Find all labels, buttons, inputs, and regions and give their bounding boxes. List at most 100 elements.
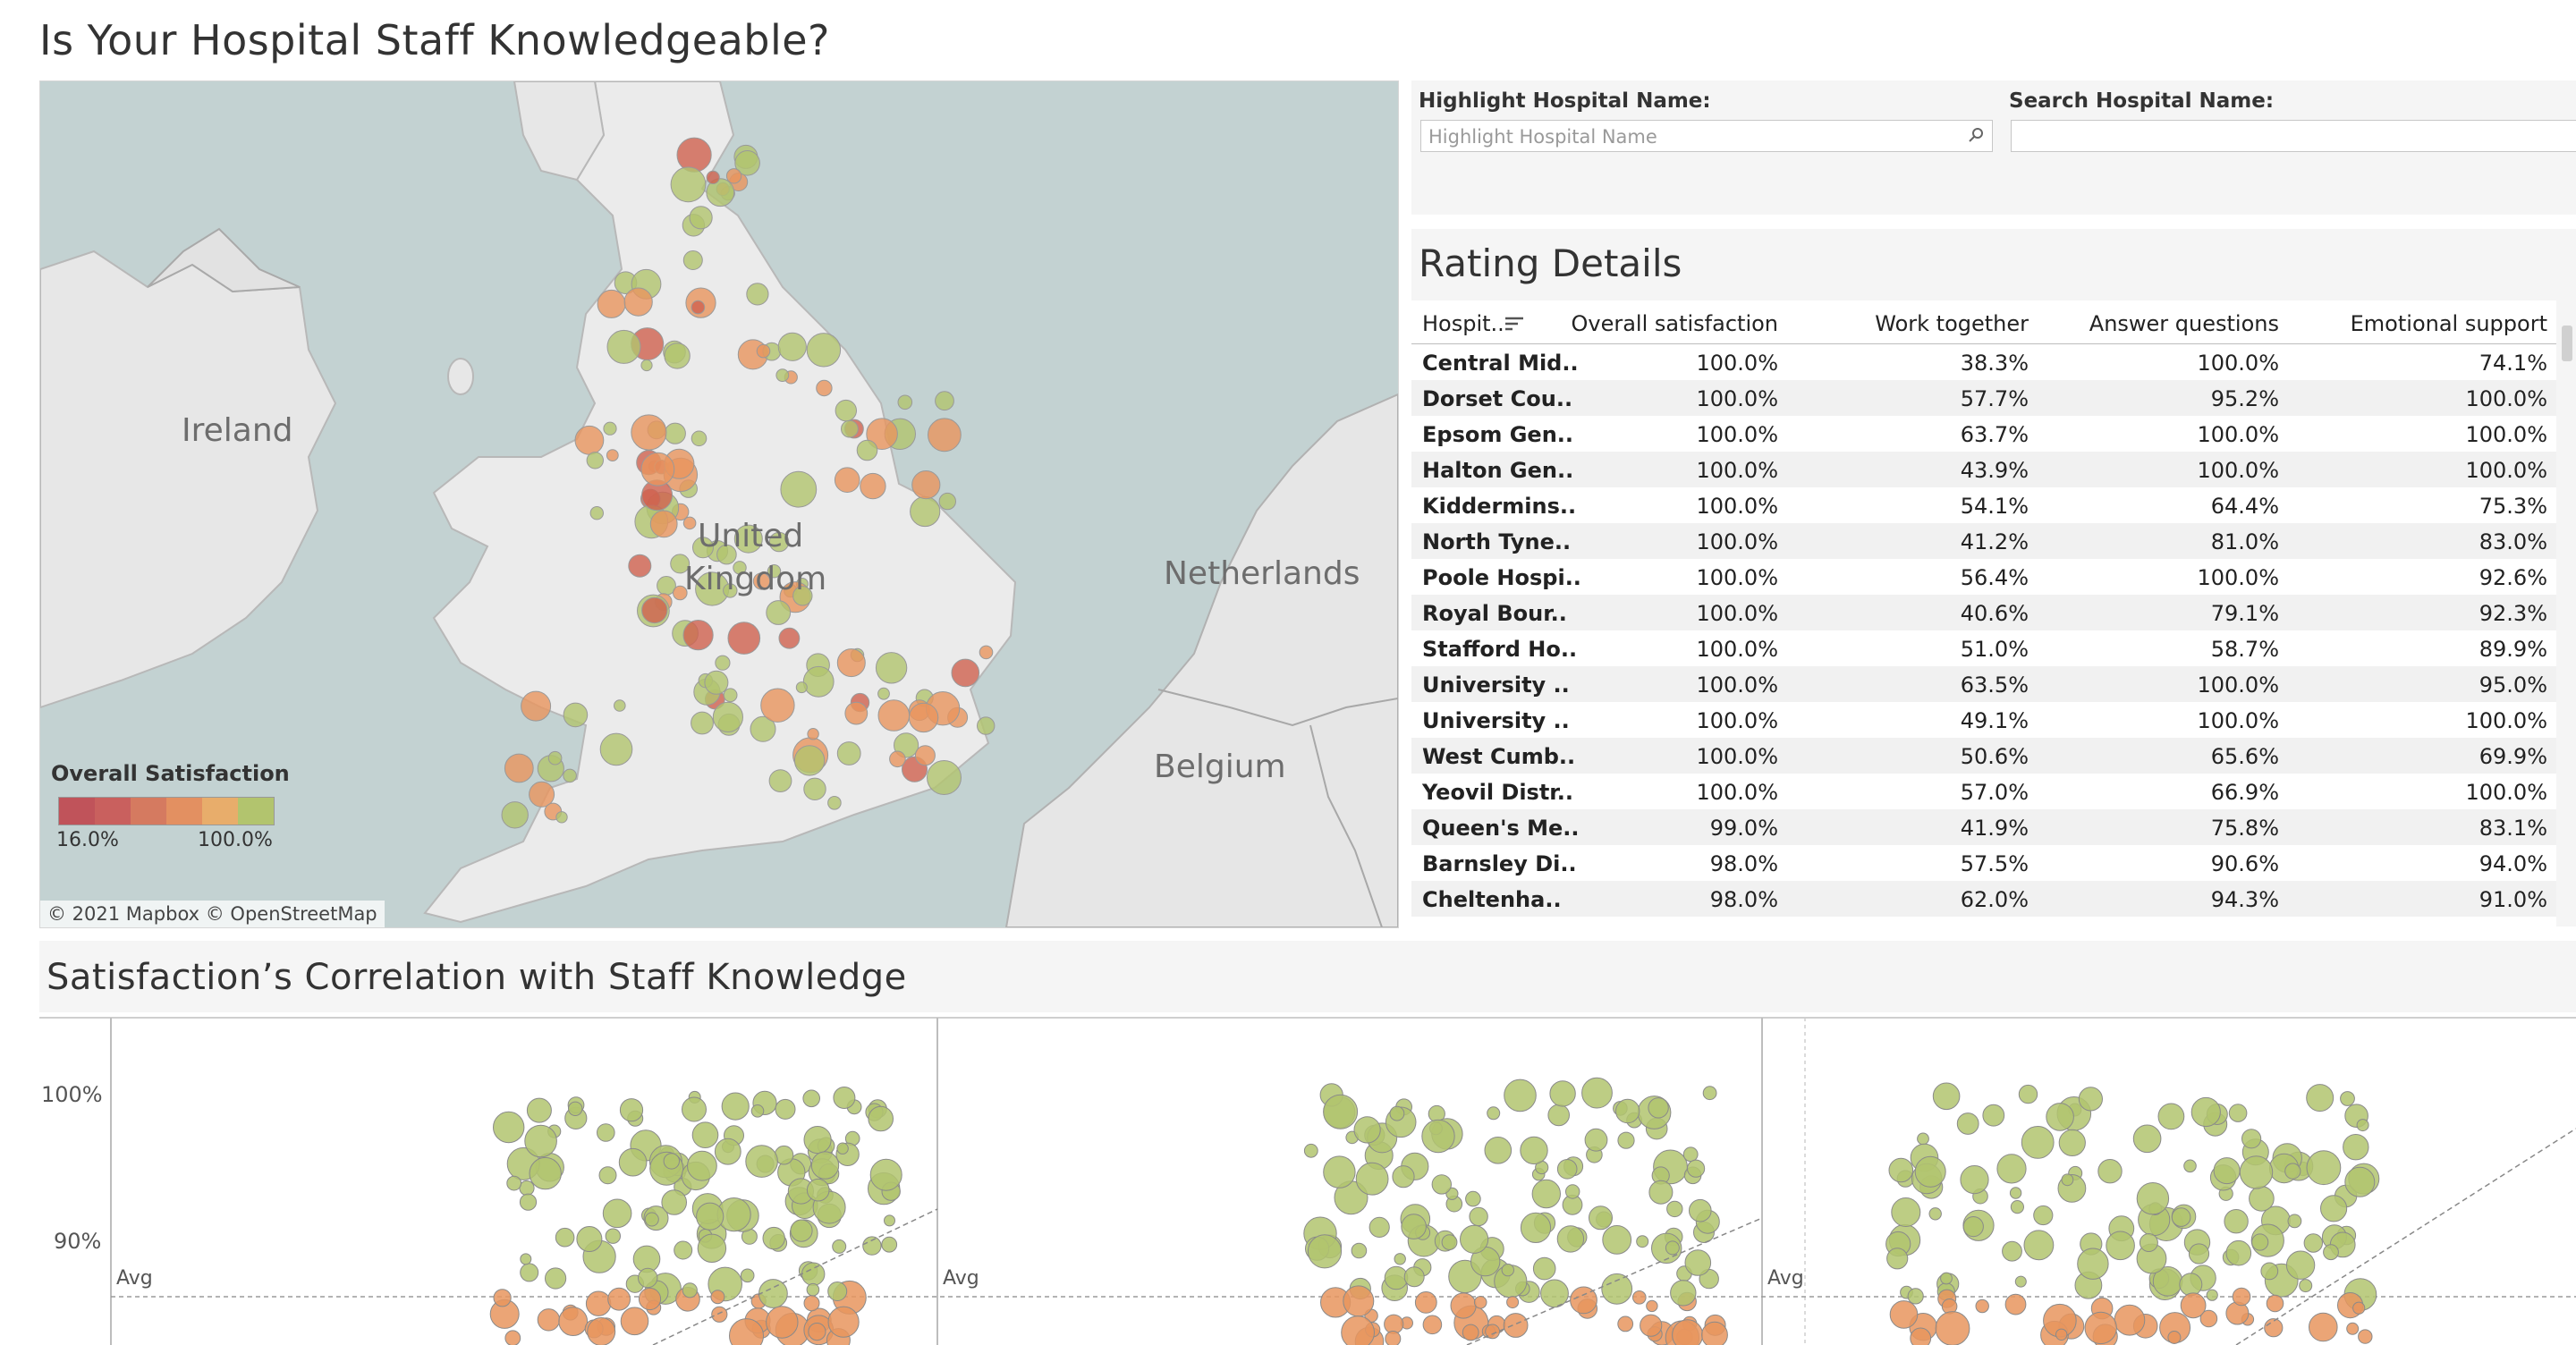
scatter-point[interactable] [775, 1098, 796, 1120]
hospital-bubble[interactable] [682, 250, 703, 270]
scatter-point[interactable] [1353, 1116, 1381, 1144]
scatter-point[interactable] [1956, 1112, 1979, 1135]
scatter-point[interactable] [1431, 1174, 1453, 1195]
scatter-point[interactable] [884, 1214, 895, 1227]
scatter-point[interactable] [696, 1202, 724, 1231]
scatter-point[interactable] [2352, 1301, 2366, 1315]
scatter-point[interactable] [2061, 1173, 2074, 1187]
hospital-bubble[interactable] [836, 741, 861, 766]
scatter-point[interactable] [2021, 1125, 2055, 1159]
hospital-bubble[interactable] [586, 452, 604, 469]
scatter-point[interactable] [1636, 1235, 1649, 1248]
hospital-bubble[interactable] [555, 811, 568, 824]
search-icon[interactable] [1967, 126, 1985, 144]
scatter-point[interactable] [2343, 1134, 2369, 1161]
hospital-bubble[interactable] [501, 801, 529, 829]
scatter-point[interactable] [587, 1317, 616, 1345]
scatter-point[interactable] [1889, 1300, 1919, 1329]
table-row[interactable]: Epsom Gen.. 100.0% 63.7% 100.0% 100.0% [1411, 416, 2556, 452]
scatter-point[interactable] [1343, 1285, 1375, 1317]
hospital-bubble[interactable] [521, 690, 552, 722]
scatter-point[interactable] [1617, 1131, 1635, 1149]
scatter-point[interactable] [2190, 1096, 2221, 1128]
scatter-point[interactable] [714, 1138, 741, 1165]
hospital-bubble[interactable] [775, 368, 790, 383]
scatter-point[interactable] [1888, 1157, 1914, 1183]
scatter-point[interactable] [810, 1151, 840, 1180]
scatter-point[interactable] [638, 1267, 658, 1289]
scatter-point[interactable] [2266, 1294, 2284, 1313]
scatter-point[interactable] [1394, 1253, 1406, 1265]
table-row[interactable]: Cheltenha.. 98.0% 62.0% 94.3% 91.0% [1411, 881, 2556, 917]
hospital-bubble[interactable] [856, 439, 878, 461]
table-row[interactable]: Central Mid.. 100.0% 38.3% 100.0% 74.1% [1411, 344, 2556, 380]
hospital-bubble[interactable] [715, 655, 731, 671]
scatter-point[interactable] [1632, 1290, 1647, 1305]
scatter-point[interactable] [1672, 1319, 1704, 1345]
scatter-point[interactable] [1389, 1105, 1405, 1121]
hospital-bubble[interactable] [723, 688, 738, 703]
scatter-point[interactable] [2010, 1200, 2024, 1214]
hospital-bubble[interactable] [628, 554, 652, 578]
scatter-point[interactable] [1547, 1104, 1570, 1127]
scatter-point[interactable] [1506, 1296, 1520, 1309]
sort-icon[interactable] [1504, 317, 1524, 333]
scatter-point[interactable] [1556, 1159, 1578, 1180]
scatter-point[interactable] [1487, 1106, 1501, 1121]
scatter-point[interactable] [1355, 1162, 1389, 1196]
table-row[interactable]: Kiddermins.. 100.0% 54.1% 64.4% 75.3% [1411, 487, 2556, 523]
hospital-bubble[interactable] [649, 510, 678, 538]
hospital-bubble[interactable] [670, 166, 707, 203]
hospital-bubble[interactable] [691, 711, 714, 735]
hospital-bubble[interactable] [951, 658, 980, 688]
scatter-point[interactable] [555, 1227, 575, 1248]
scatter-point[interactable] [762, 1226, 785, 1250]
scatter-point[interactable] [524, 1124, 557, 1158]
scatter-point[interactable] [529, 1156, 562, 1190]
hospital-bubble[interactable] [793, 745, 826, 776]
scatter-point[interactable] [602, 1198, 632, 1229]
scatter-point[interactable] [598, 1166, 617, 1185]
hospital-bubble[interactable] [877, 699, 911, 732]
scatter-point[interactable] [758, 1279, 788, 1308]
scatter-point[interactable] [1531, 1179, 1562, 1209]
hospital-bubble[interactable] [706, 170, 720, 185]
scatter-point[interactable] [868, 1105, 894, 1132]
hospital-bubble[interactable] [914, 745, 936, 766]
scatter-point[interactable] [1914, 1155, 1946, 1188]
scatter-point[interactable] [576, 1226, 603, 1252]
col-answer-questions[interactable]: Answer questions [2089, 311, 2279, 336]
scatter-point[interactable] [1581, 1077, 1613, 1109]
scatter-point[interactable] [2340, 1091, 2355, 1106]
scatter-point[interactable] [2303, 1233, 2324, 1253]
table-row[interactable]: Barnsley Di.. 98.0% 57.5% 90.6% 94.0% [1411, 845, 2556, 881]
scatter-point[interactable] [1962, 1216, 1984, 1238]
scatter-point[interactable] [1323, 1094, 1359, 1129]
hospital-bubble[interactable] [746, 283, 769, 306]
hospital-bubble[interactable] [682, 516, 697, 530]
scatter-point[interactable] [2179, 1273, 2203, 1297]
col-emotional-support[interactable]: Emotional support [2351, 311, 2547, 336]
scatter-point[interactable] [2046, 1103, 2074, 1131]
scatter-point[interactable] [2157, 1103, 2185, 1130]
scatter-point[interactable] [2014, 1275, 2027, 1288]
scatter-point[interactable] [1392, 1165, 1415, 1189]
scatter-point[interactable] [2299, 1279, 2313, 1293]
hospital-bubble[interactable] [875, 652, 908, 684]
scatter-point[interactable] [806, 1178, 830, 1202]
scatter-point[interactable] [2106, 1231, 2135, 1261]
hospital-bubble[interactable] [780, 470, 818, 508]
hospital-bubble[interactable] [691, 300, 706, 315]
hospital-bubble[interactable] [725, 168, 742, 184]
scatter-point[interactable] [1421, 1119, 1455, 1154]
hospital-bubble[interactable] [860, 472, 886, 500]
scatter-point[interactable] [2285, 1250, 2316, 1280]
scatter-point[interactable] [682, 1282, 698, 1298]
scatter-point[interactable] [2114, 1304, 2146, 1336]
scatter-point[interactable] [2188, 1243, 2210, 1265]
scatter-point[interactable] [697, 1233, 727, 1263]
scatter-point[interactable] [519, 1193, 538, 1211]
scatter-point[interactable] [1917, 1132, 1929, 1146]
scatter-point[interactable] [1982, 1104, 2005, 1127]
scatter-point[interactable] [519, 1180, 535, 1197]
